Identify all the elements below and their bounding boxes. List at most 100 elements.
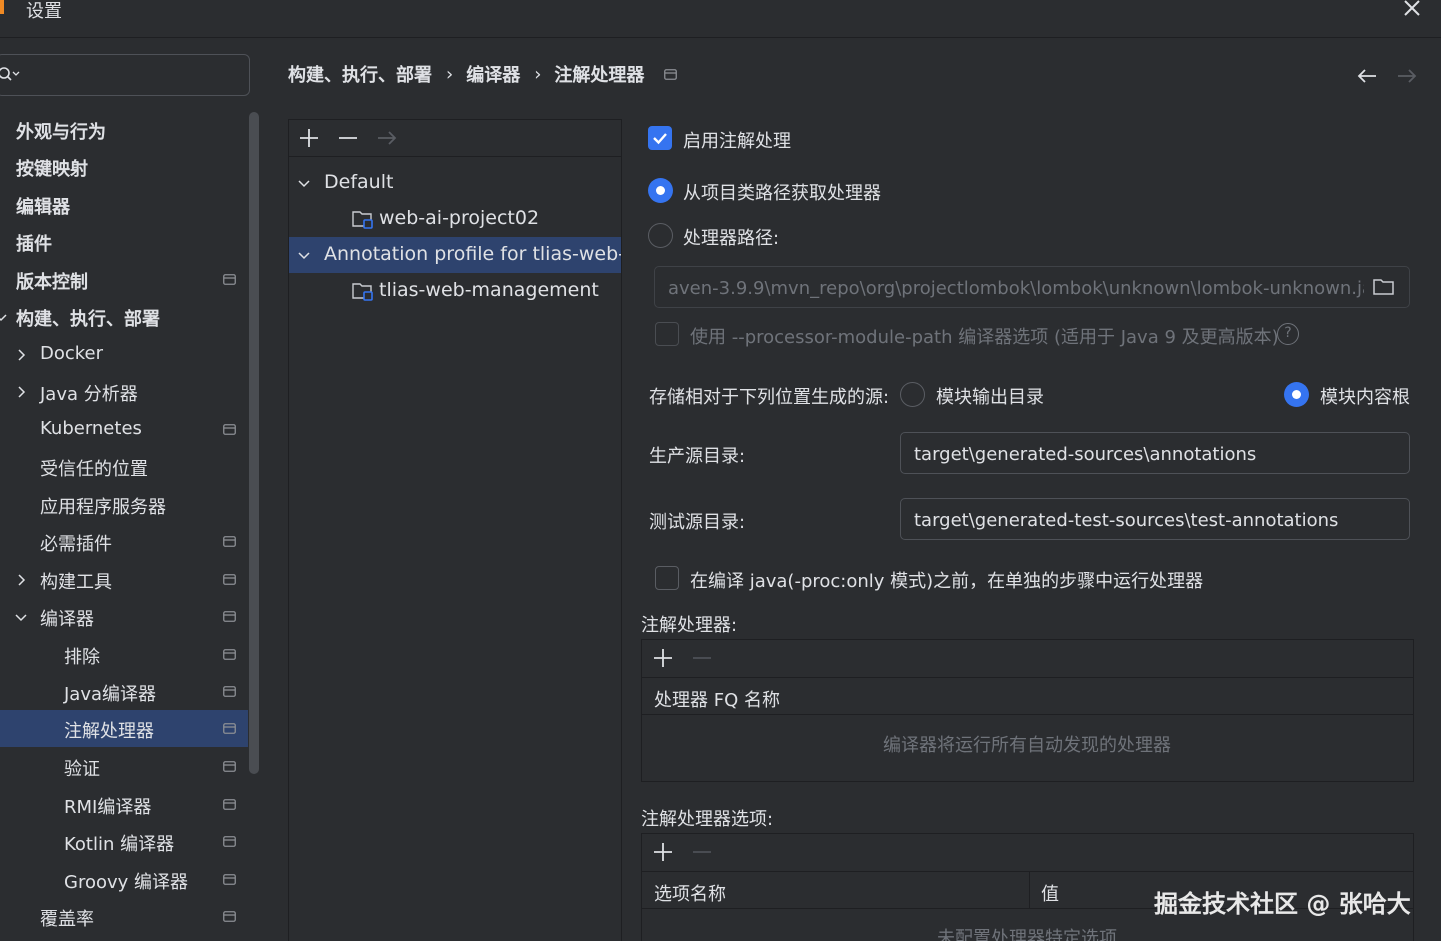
sidebar-item-build-execution-deployment[interactable]: 构建、执行、部署: [0, 298, 260, 335]
breadcrumb-compiler[interactable]: 编译器: [466, 61, 520, 87]
remove-icon[interactable]: [690, 646, 714, 670]
tree-item-default-profile[interactable]: Default: [289, 165, 621, 201]
processor-path-radio[interactable]: [648, 223, 673, 248]
chevron-right-icon: [18, 386, 26, 398]
sidebar-item-build-tools[interactable]: 构建工具: [0, 561, 260, 598]
sidebar-item-rmi-compiler[interactable]: RMI编译器: [0, 786, 260, 823]
sidebar-item-plugins[interactable]: 插件: [0, 223, 260, 260]
sidebar-item-label: 受信任的位置: [40, 459, 148, 480]
sidebar-item-label: 编辑器: [16, 197, 70, 218]
sidebar-item-label: 外观与行为: [16, 122, 106, 143]
tree-item-label: Default: [324, 171, 394, 193]
module-content-root-label: 模块内容根: [1320, 387, 1410, 408]
chevron-right-icon: [18, 574, 26, 586]
sidebar-item-kubernetes[interactable]: Kubernetes: [0, 411, 260, 448]
test-sources-directory-input[interactable]: [914, 507, 1394, 533]
project-settings-icon: [223, 574, 236, 585]
enable-annotation-processing-label: 启用注解处理: [683, 131, 791, 152]
obtain-from-classpath-label: 从项目类路径获取处理器: [683, 183, 881, 204]
search-icon: [0, 66, 21, 84]
forward-arrow-icon[interactable]: [1396, 66, 1418, 86]
run-processors-separately-checkbox[interactable]: [655, 566, 679, 590]
sidebar-item-java-profiler[interactable]: Java 分析器: [0, 373, 260, 410]
sidebar-item-editor[interactable]: 编辑器: [0, 186, 260, 223]
tree-item-module[interactable]: tlias-web-management: [289, 273, 621, 309]
processor-module-path-checkbox[interactable]: [655, 322, 679, 346]
app-logo-icon: [0, 0, 4, 14]
add-icon[interactable]: [651, 840, 675, 864]
production-sources-directory-input[interactable]: [914, 441, 1394, 467]
sidebar-item-keymap[interactable]: 按键映射: [0, 148, 260, 185]
breadcrumb-build[interactable]: 构建、执行、部署: [288, 61, 432, 87]
sidebar-item-groovy-compiler[interactable]: Groovy 编译器: [0, 861, 260, 898]
production-sources-directory-field[interactable]: [900, 432, 1410, 474]
sidebar-item-excludes[interactable]: 排除: [0, 636, 260, 673]
module-folder-icon: [352, 211, 373, 229]
sidebar-item-validation[interactable]: 验证: [0, 748, 260, 785]
sidebar-item-label: 应用程序服务器: [40, 497, 166, 518]
obtain-from-classpath-radio[interactable]: [648, 178, 673, 203]
sidebar-item-label: Kubernetes: [40, 418, 142, 439]
add-icon[interactable]: [651, 646, 675, 670]
sidebar-item-label: 按键映射: [16, 159, 88, 180]
sidebar-item-kotlin-compiler[interactable]: Kotlin 编译器: [0, 823, 260, 860]
sidebar-item-label: 编译器: [40, 609, 94, 630]
sidebar-item-label: Kotlin 编译器: [64, 834, 175, 855]
run-processors-separately-label: 在编译 java(-proc:only 模式)之前，在单独的步骤中运行处理器: [690, 571, 1204, 592]
sidebar-item-label: 构建、执行、部署: [16, 309, 160, 330]
sidebar-item-label: Docker: [40, 343, 104, 364]
project-settings-icon: [223, 874, 236, 885]
sidebar-item-docker[interactable]: Docker: [0, 336, 260, 373]
sidebar-item-appearance[interactable]: 外观与行为: [0, 111, 260, 148]
project-settings-icon: [664, 68, 678, 80]
processor-options-title: 注解处理器选项:: [641, 809, 774, 830]
project-settings-icon: [223, 723, 236, 734]
sidebar-item-annotation-processors[interactable]: 注解处理器: [0, 710, 260, 747]
tree-item-annotation-profile[interactable]: Annotation profile for tlias-web-m: [289, 237, 621, 273]
back-arrow-icon[interactable]: [1356, 66, 1378, 86]
test-sources-directory-field[interactable]: [900, 498, 1410, 540]
breadcrumb-annotation-processors: 注解处理器: [554, 65, 645, 86]
sidebar-item-java-compiler[interactable]: Java编译器: [0, 673, 260, 710]
sidebar-item-coverage[interactable]: 覆盖率: [0, 898, 260, 935]
module-content-root-radio[interactable]: [1284, 382, 1309, 407]
project-settings-icon: [223, 424, 236, 435]
sidebar-item-application-servers[interactable]: 应用程序服务器: [0, 486, 260, 523]
option-value-column-header[interactable]: 值: [1041, 880, 1059, 906]
processors-column-header[interactable]: 处理器 FQ 名称: [654, 686, 780, 712]
history-navigation: [1356, 66, 1418, 86]
move-to-icon[interactable]: [375, 126, 399, 150]
sidebar-item-label: 版本控制: [16, 272, 88, 293]
processors-empty-text: 编译器将运行所有自动发现的处理器: [883, 735, 1171, 756]
option-name-column-header[interactable]: 选项名称: [654, 880, 726, 906]
chevron-right-icon: [18, 349, 26, 361]
project-settings-icon: [223, 274, 236, 285]
help-icon[interactable]: ?: [1277, 323, 1299, 345]
project-settings-icon: [223, 649, 236, 660]
sidebar-item-label: Groovy 编译器: [64, 872, 189, 893]
enable-annotation-processing-checkbox[interactable]: [648, 126, 672, 150]
add-icon[interactable]: [297, 126, 321, 150]
processor-path-field[interactable]: [654, 266, 1410, 308]
sidebar-scrollbar-thumb[interactable]: [249, 112, 259, 774]
sidebar-item-required-plugins[interactable]: 必需插件: [0, 523, 260, 560]
processor-path-input[interactable]: [668, 275, 1364, 301]
sidebar-item-version-control[interactable]: 版本控制: [0, 261, 260, 298]
tree-item-module[interactable]: web-ai-project02: [289, 201, 621, 237]
sidebar-item-compiler[interactable]: 编译器: [0, 598, 260, 635]
column-divider[interactable]: [1029, 872, 1030, 909]
project-settings-icon: [223, 911, 236, 922]
remove-icon[interactable]: [336, 126, 360, 150]
tree-item-label: tlias-web-management: [379, 279, 599, 301]
remove-icon[interactable]: [690, 840, 714, 864]
module-output-directory-label: 模块输出目录: [936, 387, 1044, 408]
processor-module-path-label: 使用 --processor-module-path 编译器选项 (适用于 Ja…: [690, 327, 1279, 348]
tree-item-label: Annotation profile for tlias-web-m: [324, 243, 621, 265]
module-output-directory-radio[interactable]: [900, 382, 925, 407]
search-input[interactable]: [25, 61, 235, 89]
settings-search-field[interactable]: [0, 54, 250, 96]
breadcrumb-separator-icon: ›: [446, 63, 454, 85]
sidebar-item-trusted-locations[interactable]: 受信任的位置: [0, 448, 260, 485]
folder-icon[interactable]: [1373, 277, 1395, 297]
close-icon[interactable]: [1402, 0, 1424, 18]
